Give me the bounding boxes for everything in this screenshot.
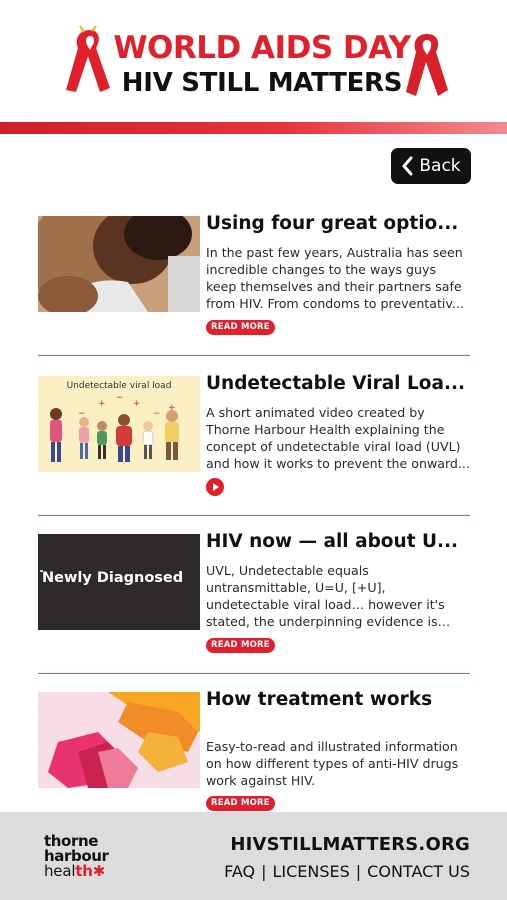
article-thumbnail-illustration[interactable] xyxy=(38,692,200,788)
logo-asterisk-icon: ✱ xyxy=(92,862,106,880)
footer-site-link[interactable]: HIVSTILLMATTERS.ORG xyxy=(230,834,470,855)
back-button[interactable]: Back xyxy=(391,148,471,184)
red-ribbon-icon xyxy=(406,34,448,96)
footer-separator: | xyxy=(261,862,267,881)
colorful-hands-illustration xyxy=(38,692,200,788)
article-title[interactable]: Using four great optio... xyxy=(206,213,472,234)
article-description: UVL, Undetectable equals untransmittable… xyxy=(206,563,445,629)
footer-links: FAQ | LICENSES | CONTACT US xyxy=(224,862,470,881)
divider xyxy=(38,355,470,356)
two-men-embracing-image xyxy=(38,216,200,312)
article-title[interactable]: HIV now — all about U... xyxy=(206,531,472,552)
svg-text:−: − xyxy=(153,409,161,419)
red-ribbon-icon xyxy=(66,26,110,92)
footer: thorne harbour health✱ HIVSTILLMATTERS.O… xyxy=(0,812,507,900)
thumbnail-caption: Undetectable viral load xyxy=(67,381,172,391)
footer-link-contact-us[interactable]: CONTACT US xyxy=(367,862,470,881)
article-thumbnail-video[interactable]: Undetectable viral load + + − − − + xyxy=(38,376,200,472)
divider xyxy=(38,515,470,516)
article-thumbnail-photo[interactable] xyxy=(38,216,200,312)
footer-link-licenses[interactable]: LICENSES xyxy=(272,862,349,881)
article-description: A short animated video created by Thorne… xyxy=(206,405,470,471)
chevron-left-icon xyxy=(402,156,413,176)
read-more-button[interactable]: READ MORE xyxy=(206,320,275,335)
play-icon[interactable] xyxy=(206,478,224,496)
header-band xyxy=(0,122,507,134)
header-title-world-aids-day: WORLD AIDS DAY xyxy=(113,30,411,66)
article-thumbnail-video[interactable]: Newly Diagnosed xyxy=(38,534,200,630)
divider xyxy=(38,673,470,674)
logo-line-health: health✱ xyxy=(44,864,109,879)
thorne-harbour-health-logo[interactable]: thorne harbour health✱ xyxy=(44,834,109,879)
thumbnail-caption: Newly Diagnosed xyxy=(42,570,184,586)
logo-health-part2: th xyxy=(75,862,93,880)
footer-link-faq[interactable]: FAQ xyxy=(224,862,255,881)
article-description: Easy-to-read and illustrated information… xyxy=(206,739,459,788)
svg-text:+: + xyxy=(98,399,106,409)
article-title[interactable]: Undetectable Viral Loa... xyxy=(206,373,472,394)
read-more-button[interactable]: READ MORE xyxy=(206,638,275,653)
back-button-label: Back xyxy=(419,156,461,176)
logo-health-part1: heal xyxy=(44,862,76,880)
article-title[interactable]: How treatment works xyxy=(206,689,472,710)
read-more-button[interactable]: READ MORE xyxy=(206,796,275,811)
svg-text:−: − xyxy=(116,393,124,403)
article-description: In the past few years, Australia has see… xyxy=(206,245,464,311)
undetectable-viral-load-illustration: Undetectable viral load + + − − − + xyxy=(38,376,200,472)
header-title-hiv-still-matters: HIV STILL MATTERS xyxy=(121,68,403,98)
svg-text:+: + xyxy=(133,399,141,409)
app-header: WORLD AIDS DAY HIV STILL MATTERS xyxy=(0,0,507,122)
footer-separator: | xyxy=(355,862,362,881)
